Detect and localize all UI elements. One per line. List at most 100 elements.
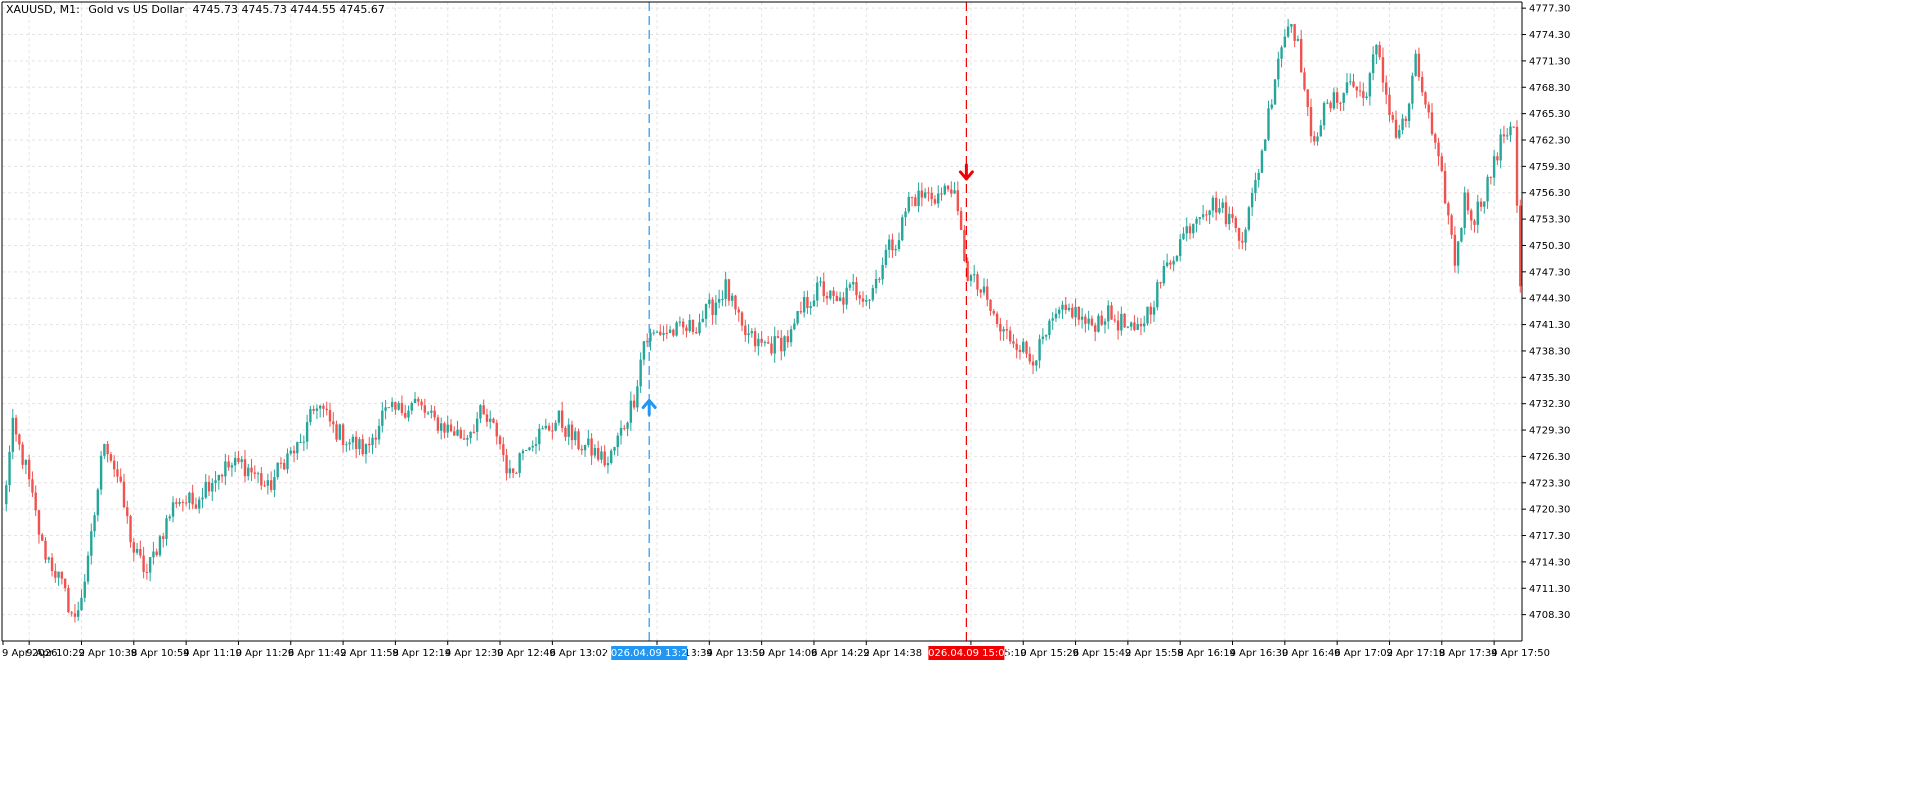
candle-body: [1077, 306, 1081, 320]
candle-body: [404, 413, 407, 418]
candle-body: [83, 581, 86, 598]
candle-body: [112, 460, 116, 470]
candle-body: [1165, 262, 1169, 266]
candle-body: [1002, 329, 1005, 332]
candle-body: [593, 448, 597, 456]
candle-body: [1133, 322, 1136, 330]
candle-body: [1394, 119, 1398, 138]
price-tick-label: 4756.30: [1529, 188, 1570, 199]
candle-body: [816, 282, 819, 301]
candle-body: [1257, 172, 1260, 181]
candle-body: [891, 239, 894, 251]
price-tick-label: 4732.30: [1529, 399, 1570, 410]
candle-body: [829, 290, 832, 299]
candle-body: [86, 555, 90, 582]
candle-body: [1470, 210, 1473, 221]
candle-body: [142, 555, 145, 572]
candle-body: [740, 312, 744, 326]
candle-body: [1087, 318, 1090, 324]
candle-body: [505, 455, 508, 474]
candle-body: [1519, 205, 1522, 287]
candle-body: [116, 469, 119, 477]
candle-body: [1048, 320, 1051, 336]
candle-body: [1146, 306, 1149, 324]
candle-body: [348, 442, 351, 445]
candle-body: [953, 190, 956, 194]
candle-body: [1008, 330, 1012, 342]
candle-body: [1463, 192, 1466, 228]
candle-body: [139, 548, 142, 556]
time-tick-label: 9 Apr 12:46: [497, 648, 556, 659]
candle-body: [70, 612, 73, 614]
candle-body: [852, 282, 855, 285]
candle-body: [731, 295, 734, 301]
price-chart[interactable]: 4777.30 4774.30 4771.30 4768.30 4765.30 4762.…: [0, 0, 1920, 805]
candle-body: [982, 286, 986, 293]
candle-body: [822, 281, 825, 297]
candle-body: [1443, 170, 1447, 204]
candle-body: [273, 477, 276, 490]
candle-body: [1064, 304, 1067, 311]
candle-body: [1015, 343, 1018, 350]
candle-body: [1149, 306, 1152, 315]
candle-body: [943, 185, 946, 195]
candle-body: [472, 431, 476, 433]
price-tick-label: 4753.30: [1529, 215, 1570, 226]
candle-body: [305, 422, 309, 442]
candle-body: [1411, 75, 1414, 104]
candle-body: [374, 437, 377, 440]
candle-body: [243, 459, 247, 477]
time-tick-label: 9 Apr 13:50: [706, 648, 765, 659]
candle-body: [623, 427, 626, 429]
price-tick-label: 4714.30: [1529, 557, 1570, 568]
candle-body: [1054, 313, 1058, 319]
candle-body: [289, 450, 292, 454]
candle-body: [848, 284, 852, 288]
candle-body: [547, 425, 551, 431]
candle-body: [511, 468, 515, 473]
price-tick-label: 4765.30: [1529, 109, 1570, 120]
candle-body: [47, 557, 50, 560]
candle-body: [309, 409, 312, 423]
candle-body: [1486, 176, 1489, 202]
candle: [1146, 306, 1149, 326]
candle-body: [1156, 282, 1159, 308]
candle-body: [21, 444, 24, 465]
candle-body: [211, 482, 214, 492]
candle-body: [574, 431, 577, 441]
candle-body: [230, 465, 234, 468]
candle-body: [260, 473, 263, 486]
candle-body: [626, 422, 629, 429]
candle-body: [417, 398, 420, 402]
candle-body: [201, 497, 204, 500]
candle-body: [256, 473, 260, 475]
time-tick-label: 9 Apr 13:02: [549, 648, 608, 659]
time-tick-label: 9 Apr 11:26: [235, 648, 294, 659]
candle-body: [515, 472, 518, 474]
candle-body: [940, 193, 943, 195]
candle-body: [371, 437, 374, 446]
candle-body: [5, 485, 8, 505]
candle-body: [1280, 47, 1283, 59]
candle-body: [1172, 260, 1175, 265]
candle-body: [1241, 240, 1244, 243]
candle-body: [1195, 218, 1198, 224]
candle-body: [436, 417, 440, 431]
candle-body: [1316, 136, 1319, 142]
chart-header: XAUUSD, M1: Gold vs US Dollar 4745.73 47…: [6, 3, 385, 16]
time-tick-label: 9 Apr 10:22: [26, 648, 85, 659]
time-tick-label: 9 Apr 11:58: [340, 648, 399, 659]
candle-body: [698, 322, 701, 334]
candle-body: [184, 502, 188, 504]
candle-body: [50, 557, 54, 572]
time-tick-label: 9 Apr 17:02: [1334, 648, 1393, 659]
price-tick-label: 4729.30: [1529, 426, 1570, 437]
candle-body: [469, 431, 472, 439]
candle-body: [1234, 217, 1237, 229]
candle-body: [897, 240, 901, 249]
candle-body: [855, 282, 858, 296]
candle-body: [175, 502, 178, 504]
candle-body: [927, 192, 930, 194]
candle-body: [11, 417, 15, 452]
candle-body: [786, 336, 789, 343]
